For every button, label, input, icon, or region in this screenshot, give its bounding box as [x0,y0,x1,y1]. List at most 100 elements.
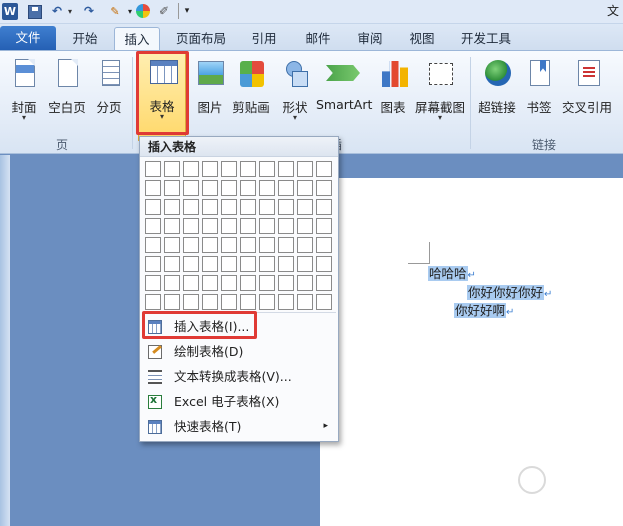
table-grid-cell[interactable] [259,256,275,272]
tab-home[interactable]: 开始 [60,27,110,51]
menu-item-draw-table[interactable]: 绘制表格(D) [142,340,336,364]
table-grid-cell[interactable] [202,294,218,310]
table-grid-cell[interactable] [259,180,275,196]
table-grid-cell[interactable] [297,237,313,253]
table-grid-cell[interactable] [221,161,237,177]
table-grid-cell[interactable] [164,237,180,253]
page-break-button[interactable]: 分页 [92,55,126,135]
shapes-button[interactable]: 形状 ▾ [278,55,312,135]
screenshot-button[interactable]: 屏幕截图 ▾ [414,55,466,135]
format-painter-icon[interactable]: ✎ [104,3,126,20]
table-grid-cell[interactable] [202,256,218,272]
table-grid-cell[interactable] [202,180,218,196]
table-grid-cell[interactable] [297,199,313,215]
table-grid-cell[interactable] [164,199,180,215]
table-grid-cell[interactable] [164,275,180,291]
table-grid-cell[interactable] [164,161,180,177]
table-grid-cell[interactable] [278,218,294,234]
table-grid-cell[interactable] [183,237,199,253]
table-grid-cell[interactable] [240,199,256,215]
table-grid-cell[interactable] [202,275,218,291]
table-grid-cell[interactable] [240,180,256,196]
table-grid-cell[interactable] [297,161,313,177]
table-grid-cell[interactable] [145,161,161,177]
picture-button[interactable]: 图片 [194,55,226,135]
table-grid-cell[interactable] [221,180,237,196]
table-grid-cell[interactable] [297,218,313,234]
tab-insert[interactable]: 插入 [114,27,160,51]
tab-view[interactable]: 视图 [400,27,444,51]
smartart-button[interactable]: SmartArt [316,55,372,135]
tab-developer[interactable]: 开发工具 [454,27,518,51]
menu-item-convert-text[interactable]: 文本转换成表格(V)... [142,365,336,389]
table-grid-cell[interactable] [183,218,199,234]
table-grid-cell[interactable] [316,199,332,215]
table-grid-cell[interactable] [259,161,275,177]
table-grid-cell[interactable] [278,161,294,177]
table-grid-cell[interactable] [164,294,180,310]
tab-mailings[interactable]: 邮件 [296,27,340,51]
menu-item-excel-sheet[interactable]: Excel 电子表格(X) [142,390,336,414]
table-grid-cell[interactable] [297,294,313,310]
clipart-button[interactable]: 剪贴画 [231,55,271,135]
tab-page-layout[interactable]: 页面布局 [170,27,232,51]
table-grid-cell[interactable] [202,161,218,177]
chart-button[interactable]: 图表 [376,55,410,135]
table-grid-cell[interactable] [278,275,294,291]
table-grid-cell[interactable] [164,218,180,234]
table-grid-cell[interactable] [259,199,275,215]
hyperlink-button[interactable]: 超链接 [476,55,518,135]
table-grid-cell[interactable] [316,294,332,310]
table-grid-cell[interactable] [240,218,256,234]
tab-references[interactable]: 引用 [242,27,286,51]
table-grid-cell[interactable] [164,256,180,272]
table-grid-cell[interactable] [316,218,332,234]
customize-qat-icon[interactable]: ▾ [183,3,191,20]
table-grid-cell[interactable] [278,237,294,253]
table-grid-cell[interactable] [221,275,237,291]
table-grid-cell[interactable] [183,161,199,177]
document-page[interactable] [320,178,623,526]
pen-icon[interactable]: ✐ [156,3,172,20]
table-grid-cell[interactable] [316,275,332,291]
document-line-1[interactable]: 哈哈哈↵ [428,265,476,284]
table-grid-cell[interactable] [316,237,332,253]
table-grid-cell[interactable] [240,294,256,310]
table-grid-cell[interactable] [240,275,256,291]
table-grid-cell[interactable] [259,218,275,234]
table-grid-cell[interactable] [145,199,161,215]
tab-file[interactable]: 文件 [0,26,56,50]
cover-page-button[interactable]: 封面 ▾ [6,55,42,135]
color-icon[interactable] [136,4,150,18]
table-grid-cell[interactable] [297,256,313,272]
table-grid-cell[interactable] [183,199,199,215]
table-grid-cell[interactable] [202,199,218,215]
blank-page-button[interactable]: 空白页 [46,55,88,135]
table-grid-cell[interactable] [145,294,161,310]
table-grid-cell[interactable] [202,237,218,253]
table-grid-cell[interactable] [240,161,256,177]
document-line-3[interactable]: 你好好啊↵ [454,302,514,321]
format-dropdown-icon[interactable]: ▾ [126,3,134,20]
table-grid-cell[interactable] [278,256,294,272]
table-grid-cell[interactable] [202,218,218,234]
table-grid-cell[interactable] [278,294,294,310]
table-grid-cell[interactable] [221,294,237,310]
table-grid-cell[interactable] [221,218,237,234]
table-grid-cell[interactable] [316,161,332,177]
word-logo-icon[interactable]: W [2,3,18,20]
table-grid-cell[interactable] [259,275,275,291]
table-grid-cell[interactable] [221,256,237,272]
table-grid-cell[interactable] [221,199,237,215]
table-grid-cell[interactable] [183,294,199,310]
table-grid-cell[interactable] [297,180,313,196]
table-grid-cell[interactable] [145,180,161,196]
table-grid-cell[interactable] [316,180,332,196]
table-grid-cell[interactable] [183,180,199,196]
tab-review[interactable]: 审阅 [348,27,392,51]
table-grid-cell[interactable] [259,294,275,310]
table-grid-cell[interactable] [259,237,275,253]
table-grid-cell[interactable] [240,237,256,253]
table-grid-cell[interactable] [145,275,161,291]
table-grid-cell[interactable] [297,275,313,291]
